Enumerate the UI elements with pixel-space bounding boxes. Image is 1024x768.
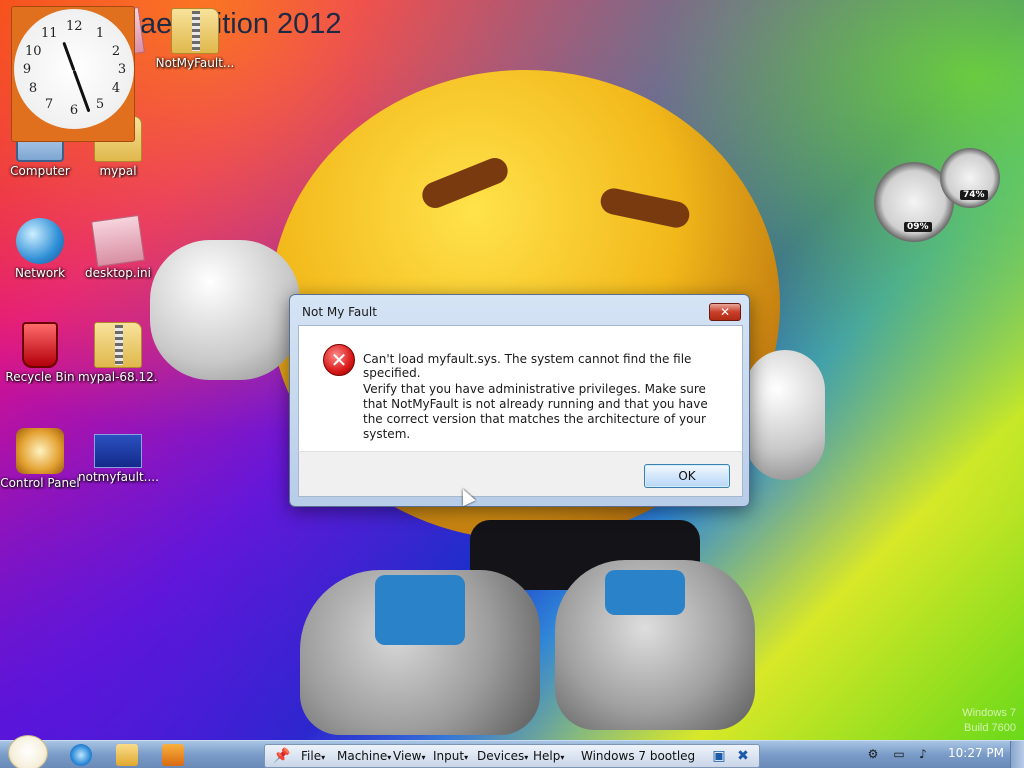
desktop-icon-label: Computer xyxy=(10,164,70,178)
network-globe-icon xyxy=(16,218,64,264)
vbox-menu-view[interactable]: View▾ xyxy=(393,749,426,763)
desktop-icon-label: Control Panel xyxy=(0,476,80,490)
vbox-menu-input[interactable]: Input▾ xyxy=(433,749,468,763)
minimize-icon[interactable]: ▣ xyxy=(711,748,727,764)
desktop-icon-label: desktop.ini xyxy=(85,266,151,280)
clock-number: 9 xyxy=(22,62,32,77)
desktop-icon-notmyfault-zip[interactable]: NotMyFault... xyxy=(155,8,235,70)
dialog-footer: OK xyxy=(298,451,743,497)
close-button[interactable]: ✕ xyxy=(709,303,741,321)
clock-number: 1 xyxy=(95,26,105,41)
internet-explorer-icon[interactable] xyxy=(70,744,92,766)
chevron-down-icon: ▾ xyxy=(524,753,529,762)
clock-number: 5 xyxy=(95,97,105,112)
clock-gadget[interactable]: 12 1 2 3 4 5 6 7 8 9 10 11 xyxy=(11,6,135,142)
smiley-left-sock xyxy=(375,575,465,645)
virtualbox-mini-toolbar: 📌 File▾ Machine▾ View▾ Input▾ Devices▾ H… xyxy=(264,744,760,768)
clock-number: 3 xyxy=(117,62,127,77)
chevron-down-icon: ▾ xyxy=(464,753,469,762)
close-vm-icon[interactable]: ✖ xyxy=(735,748,751,764)
clock-number: 4 xyxy=(111,81,121,96)
chevron-down-icon: ▾ xyxy=(560,753,565,762)
clock-number: 11 xyxy=(41,26,58,41)
bsod-image-icon xyxy=(94,434,142,468)
notepad-file-icon xyxy=(91,214,145,268)
desktop-icon-notmyfault-image[interactable]: notmyfault.... xyxy=(78,428,158,484)
vbox-menu-devices[interactable]: Devices▾ xyxy=(477,749,528,763)
windows-watermark: Windows 7 Build 7600 xyxy=(962,706,1016,736)
smiley-right-hand xyxy=(745,350,825,480)
chevron-down-icon: ▾ xyxy=(421,753,426,762)
taskbar: 📌 File▾ Machine▾ View▾ Input▾ Devices▾ H… xyxy=(0,735,1024,768)
tray-clock[interactable]: 10:27 PM xyxy=(948,746,1004,760)
tray-monitor-icon[interactable]: ▭ xyxy=(892,747,906,761)
vbox-menu-machine[interactable]: Machine▾ xyxy=(337,749,391,763)
cpu-meter-gadget[interactable]: 09% 74% xyxy=(872,148,1002,244)
desktop-icon-label: Network xyxy=(14,266,66,280)
desktop-icon-label: mypal-68.12... xyxy=(78,370,158,384)
error-icon: ✕ xyxy=(323,344,355,376)
zip-folder-icon xyxy=(94,322,142,368)
tray-network-icon[interactable]: ⚙ xyxy=(866,747,880,761)
smiley-right-sock xyxy=(605,570,685,615)
error-detail: Verify that you have administrative priv… xyxy=(363,382,708,441)
desktop-icon-label: notmyfault.... xyxy=(78,470,158,484)
desktop-icon-network[interactable]: Network xyxy=(0,218,80,280)
control-panel-icon xyxy=(16,428,64,474)
show-desktop-button[interactable] xyxy=(1010,741,1024,768)
error-message: Can't load myfault.sys. The system canno… xyxy=(363,352,692,380)
desktop-icon-mypal-zip[interactable]: mypal-68.12... xyxy=(78,322,158,384)
desktop-icon-label: Recycle Bin xyxy=(5,370,75,384)
desktop-icon-label: NotMyFault... xyxy=(155,56,235,70)
clock-number: 12 xyxy=(66,19,83,34)
pin-icon[interactable]: 📌 xyxy=(273,748,290,764)
media-player-icon[interactable] xyxy=(162,744,184,766)
clock-number: 8 xyxy=(28,81,38,96)
clock-number: 6 xyxy=(69,103,79,118)
desktop-icon-recycle-bin[interactable]: Recycle Bin xyxy=(0,322,80,384)
vbox-menu-file[interactable]: File▾ xyxy=(301,749,325,763)
smiley-left-hand xyxy=(150,240,300,380)
error-dialog: Not My Fault ✕ ✕ Can't load myfault.sys.… xyxy=(289,294,750,507)
file-explorer-icon[interactable] xyxy=(116,744,138,766)
chevron-down-icon: ▾ xyxy=(321,753,326,762)
watermark-line: Build 7600 xyxy=(964,722,1016,734)
dialog-title: Not My Fault xyxy=(302,305,377,319)
tray-volume-icon[interactable]: ♪ xyxy=(916,747,930,761)
zip-folder-icon xyxy=(171,8,219,54)
clock-face: 12 1 2 3 4 5 6 7 8 9 10 11 xyxy=(14,9,134,129)
chevron-down-icon: ▾ xyxy=(387,753,392,762)
desktop-icon-desktop-ini[interactable]: desktop.ini xyxy=(78,214,158,280)
clock-number: 7 xyxy=(44,97,54,112)
clock-number: 2 xyxy=(111,44,121,59)
ok-button[interactable]: OK xyxy=(644,464,730,488)
desktop-icon-control-panel[interactable]: Control Panel xyxy=(0,428,80,490)
cpu-usage-label: 09% xyxy=(904,222,932,232)
memory-usage-label: 74% xyxy=(960,190,988,200)
vbox-menu-help[interactable]: Help▾ xyxy=(533,749,564,763)
dialog-body: ✕ Can't load myfault.sys. The system can… xyxy=(298,325,743,451)
clock-hour-hand xyxy=(62,41,76,72)
start-button[interactable] xyxy=(8,735,48,768)
watermark-line: Windows 7 xyxy=(962,707,1016,719)
vm-title: Windows 7 bootleg xyxy=(581,749,696,763)
recycle-bin-icon xyxy=(22,322,58,368)
desktop-icon-label: mypal xyxy=(99,164,137,178)
clock-number: 10 xyxy=(25,44,42,59)
